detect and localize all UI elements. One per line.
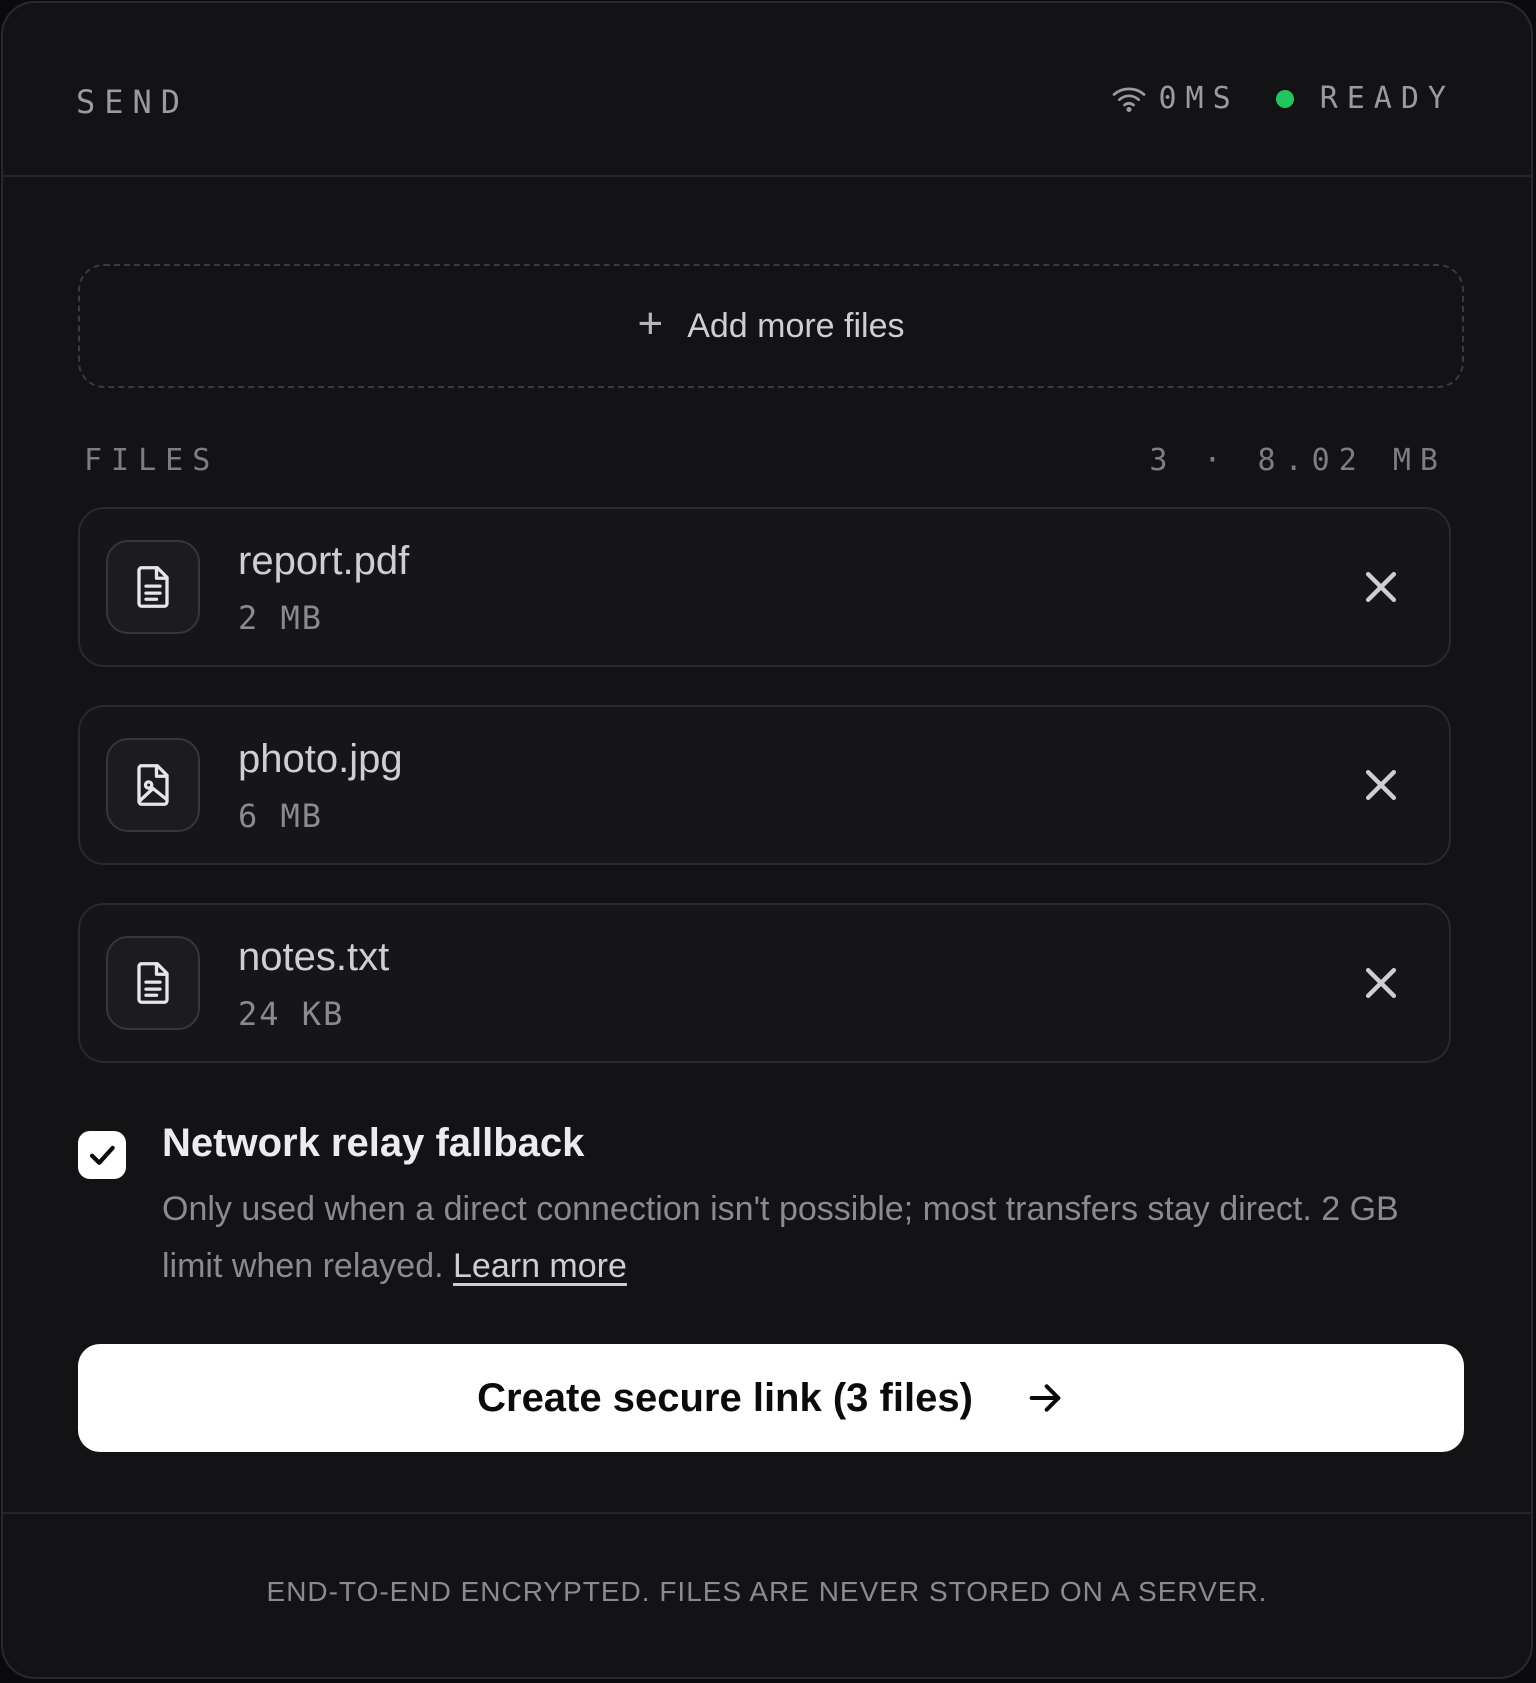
- latency-readout: 0MS: [1158, 81, 1240, 116]
- learn-more-link[interactable]: Learn more: [453, 1247, 627, 1285]
- files-section-label: FILES: [84, 443, 220, 478]
- file-row: report.pdf 2 MB: [78, 507, 1451, 667]
- send-panel: SEND 0MS READY + Add more files FILES 3 …: [1, 1, 1533, 1679]
- image-file-icon: [106, 738, 200, 832]
- file-name: notes.txt: [238, 935, 390, 979]
- file-size: 2 MB: [238, 599, 324, 637]
- relay-description-text: Only used when a direct connection isn't…: [162, 1190, 1399, 1285]
- files-summary: 3 · 8.02 MB: [1149, 443, 1447, 478]
- relay-fallback-description: Only used when a direct connection isn't…: [162, 1181, 1462, 1295]
- file-row: notes.txt 24 KB: [78, 903, 1451, 1063]
- wifi-icon: [1112, 87, 1145, 112]
- plus-icon: +: [637, 299, 664, 348]
- file-list: report.pdf 2 MB photo.jpg 6 MB notes.txt…: [78, 507, 1451, 1101]
- create-secure-link-button[interactable]: Create secure link (3 files): [78, 1344, 1464, 1452]
- page-title: SEND: [76, 83, 190, 121]
- encryption-notice: END-TO-END ENCRYPTED. FILES ARE NEVER ST…: [266, 1575, 1268, 1607]
- connection-status: 0MS READY: [1111, 81, 1456, 116]
- file-name: report.pdf: [238, 539, 410, 583]
- remove-file-button[interactable]: [1359, 565, 1403, 609]
- create-secure-link-label: Create secure link (3 files): [477, 1375, 973, 1420]
- checkmark-icon: [89, 1145, 115, 1165]
- add-files-dropzone[interactable]: + Add more files: [78, 264, 1464, 388]
- footer: END-TO-END ENCRYPTED. FILES ARE NEVER ST…: [3, 1512, 1531, 1677]
- file-size: 6 MB: [238, 797, 324, 835]
- relay-fallback-title: Network relay fallback: [162, 1121, 585, 1165]
- add-files-label: Add more files: [687, 306, 905, 345]
- close-icon: [1365, 967, 1397, 999]
- status-label: READY: [1319, 81, 1455, 116]
- file-size: 24 KB: [238, 995, 345, 1033]
- files-header: FILES 3 · 8.02 MB: [84, 443, 1447, 478]
- status-dot-icon: [1275, 89, 1294, 108]
- close-icon: [1365, 769, 1397, 801]
- relay-fallback-checkbox[interactable]: [78, 1131, 126, 1179]
- close-icon: [1365, 571, 1397, 603]
- document-icon: [106, 540, 200, 634]
- header: SEND 0MS READY: [3, 3, 1531, 177]
- file-row: photo.jpg 6 MB: [78, 705, 1451, 865]
- remove-file-button[interactable]: [1359, 961, 1403, 1005]
- document-icon: [106, 936, 200, 1030]
- file-name: photo.jpg: [238, 737, 403, 781]
- arrow-right-icon: [1029, 1384, 1061, 1412]
- remove-file-button[interactable]: [1359, 763, 1403, 807]
